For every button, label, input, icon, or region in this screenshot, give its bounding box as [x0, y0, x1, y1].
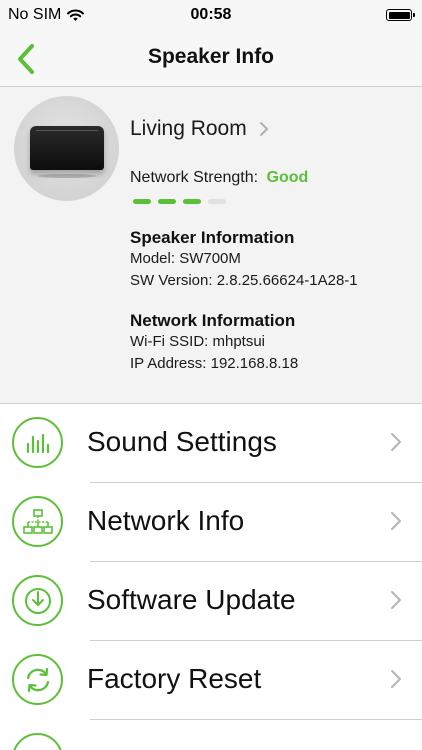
- partial-menu-icon: [12, 733, 63, 750]
- network-icon: [12, 496, 63, 547]
- speaker-info-panel: Living Room Network Strength: Good Speak…: [0, 87, 422, 404]
- navigation-bar: Speaker Info: [0, 32, 422, 87]
- signal-strength-indicator: [133, 199, 226, 204]
- menu-item-sound-settings[interactable]: Sound Settings: [0, 404, 422, 483]
- menu-item-factory-reset[interactable]: Factory Reset: [0, 641, 422, 720]
- chevron-right-icon: [391, 591, 401, 609]
- menu-item-label: Network Info: [87, 505, 245, 536]
- speaker-image: [14, 96, 119, 201]
- menu-item-label: Factory Reset: [87, 663, 262, 694]
- chevron-right-icon: [259, 122, 268, 136]
- chevron-right-icon: [391, 433, 401, 451]
- signal-segment: [183, 199, 201, 204]
- speaker-shadow: [38, 174, 96, 178]
- menu-item-network-info[interactable]: Network Info: [0, 483, 422, 562]
- network-strength-label: Network Strength:: [130, 169, 259, 186]
- battery-icon: [386, 9, 415, 21]
- signal-segment: [208, 199, 226, 204]
- update-icon: [12, 575, 63, 626]
- settings-menu: Sound Settings Network Info Software Upd…: [0, 404, 422, 750]
- network-information-heading: Network Information: [130, 311, 296, 330]
- ip-address-text: IP Address: 192.168.8.18: [130, 355, 299, 372]
- speaker-information-heading: Speaker Information: [130, 228, 295, 247]
- page-title: Speaker Info: [147, 45, 275, 68]
- equalizer-icon: [12, 417, 63, 468]
- menu-item-software-update[interactable]: Software Update: [0, 562, 422, 641]
- chevron-right-icon: [391, 512, 401, 530]
- sw-version-text: SW Version: 2.8.25.66624-1A28-1: [130, 272, 358, 289]
- menu-item-partial[interactable]: [0, 720, 422, 750]
- signal-segment: [133, 199, 151, 204]
- status-time: 00:58: [190, 6, 232, 23]
- menu-item-label: Software Update: [87, 584, 296, 615]
- wifi-ssid-text: Wi-Fi SSID: mhptsui: [130, 333, 266, 350]
- network-strength: Network Strength: Good: [130, 169, 308, 187]
- room-name-row[interactable]: Living Room: [130, 117, 269, 141]
- reset-icon: [12, 654, 63, 705]
- status-bar: No SIM 00:58: [0, 0, 422, 32]
- chevron-right-icon: [391, 670, 401, 688]
- network-strength-value: Good: [266, 169, 309, 186]
- signal-segment: [158, 199, 176, 204]
- room-name: Living Room: [130, 117, 247, 140]
- speaker-body-shape: [30, 126, 104, 170]
- model-text: Model: SW700M: [130, 250, 241, 267]
- menu-item-label: Sound Settings: [87, 426, 277, 457]
